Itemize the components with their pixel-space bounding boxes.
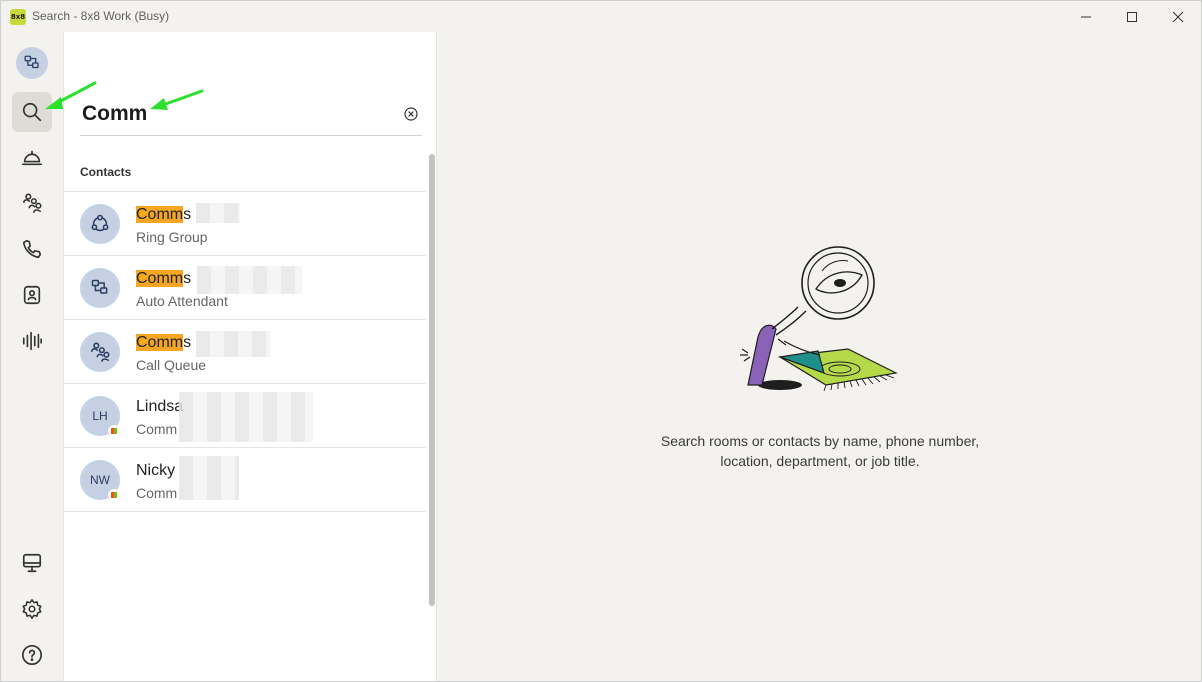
minimize-icon <box>1081 16 1091 17</box>
empty-state-message: Search rooms or contacts by name, phone … <box>598 431 1042 471</box>
nav-calls[interactable] <box>12 229 52 269</box>
list-item[interactable]: Comms Auto Attendant <box>64 256 426 320</box>
nav-service[interactable] <box>12 137 52 177</box>
contact-type: Call Queue <box>136 357 207 373</box>
service-bell-icon <box>22 150 42 166</box>
empty-state-line-1: Search rooms or contacts by name, phone … <box>660 433 980 449</box>
ring-group-icon <box>91 214 109 232</box>
phone-icon <box>22 239 42 259</box>
teams-status-icon <box>111 428 117 434</box>
contact-type: Ring Group <box>136 229 208 245</box>
search-icon <box>22 102 42 122</box>
contacts-section-title: Contacts <box>80 165 132 179</box>
contacts-book-icon <box>23 285 41 305</box>
contact-name: Lindsa <box>136 398 184 415</box>
call-queue-icon <box>22 193 42 213</box>
auto-attendant-icon <box>91 279 108 294</box>
window-title: Search - 8x8 Work (Busy) <box>32 9 170 23</box>
nav-contacts[interactable] <box>12 275 52 315</box>
monitor-icon <box>22 553 42 573</box>
empty-state: Search rooms or contacts by name, phone … <box>438 32 1201 681</box>
nav-rail <box>1 32 63 681</box>
presence-badge <box>108 489 120 501</box>
contact-title: Comm <box>136 421 178 437</box>
call-queue-icon <box>90 342 110 362</box>
app-window: 8x8 Search - 8x8 Work (Busy) Comm Contac… <box>0 0 1202 682</box>
redacted-area <box>196 331 270 357</box>
maximize-icon <box>1127 11 1137 22</box>
contact-name: Comms <box>136 206 192 223</box>
close-icon <box>1172 11 1184 22</box>
contact-name: Comms <box>136 270 192 287</box>
contact-name: Nicky <box>136 462 176 479</box>
redacted-area <box>179 392 313 442</box>
list-item[interactable]: Comms Call Queue <box>64 320 426 384</box>
gear-icon <box>22 599 42 619</box>
empty-state-line-2: location, department, or job title. <box>720 453 920 469</box>
nav-settings[interactable] <box>12 589 52 629</box>
clear-search-button[interactable] <box>404 107 418 121</box>
annotation-arrow-icon <box>45 81 97 109</box>
contacts-list: Comms Ring Group Comms Auto Attendant Co… <box>64 191 426 512</box>
nav-voicemail[interactable] <box>12 321 52 361</box>
nav-desktop[interactable] <box>12 543 52 583</box>
search-panel: Contacts Comms Ring Group Comms Auto Att… <box>63 32 437 681</box>
match-highlight: Comm <box>136 206 184 223</box>
teams-status-icon <box>111 492 117 498</box>
nav-help[interactable] <box>12 635 52 675</box>
search-box <box>80 92 422 136</box>
title-bar: 8x8 Search - 8x8 Work (Busy) <box>1 1 1201 32</box>
list-item[interactable]: NW Nicky Comm <box>64 448 426 512</box>
contact-name: Comms <box>136 334 192 351</box>
magnifier-illustration <box>740 246 898 392</box>
avatar <box>80 204 120 244</box>
redacted-area <box>179 456 239 500</box>
annotation-arrow-icon <box>150 89 204 110</box>
contact-type: Auto Attendant <box>136 293 228 309</box>
avatar <box>80 268 120 308</box>
list-scrollbar[interactable] <box>429 154 435 606</box>
auto-attendant-icon <box>24 55 39 69</box>
list-item[interactable]: LH Lindsa Comm <box>64 384 426 448</box>
redacted-area <box>196 203 240 223</box>
close-button[interactable] <box>1155 1 1201 32</box>
presence-badge <box>108 425 120 437</box>
nav-call-queues[interactable] <box>12 183 52 223</box>
match-highlight: Comm <box>136 270 184 287</box>
redacted-area <box>197 266 302 294</box>
app-logo: 8x8 <box>10 9 26 25</box>
match-highlight: Comm <box>136 334 184 351</box>
maximize-button[interactable] <box>1109 1 1155 32</box>
audio-wave-icon <box>22 331 42 351</box>
contact-title: Comm <box>136 485 178 501</box>
profile-avatar[interactable] <box>16 47 48 79</box>
clear-circle-icon <box>404 107 418 121</box>
search-input[interactable] <box>82 100 382 128</box>
minimize-button[interactable] <box>1063 1 1109 32</box>
help-icon <box>22 645 42 665</box>
avatar <box>80 332 120 372</box>
list-item[interactable]: Comms Ring Group <box>64 192 426 256</box>
